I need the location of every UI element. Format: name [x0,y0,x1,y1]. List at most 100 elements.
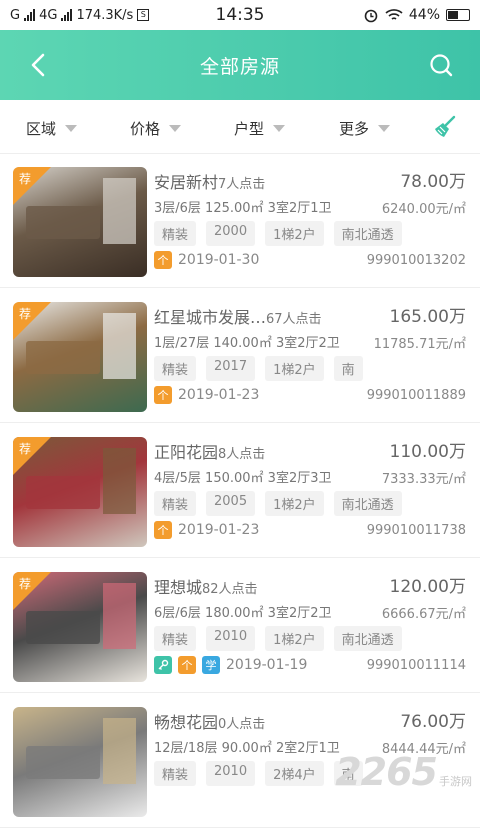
listing-name: 理想城 [154,578,202,597]
listing-date-row: 个 2019-01-30 [154,251,259,269]
network-speed: 174.3K/s [76,8,133,23]
search-icon[interactable] [428,52,454,78]
watermark-text: 手游网 [439,773,472,789]
listing-tag: 南北通透 [334,626,402,651]
listing-tag: 精装 [154,761,196,786]
personal-badge: 个 [154,386,172,404]
dropdown-arrow-icon [378,125,390,132]
listing-item[interactable]: 荐 正阳花园8人点击 110.00万 4层/5层 150.00㎡ 3室2厅3卫 7333… [0,425,480,558]
listing-clicks: 7人点击 [218,177,265,192]
listing-tag: 1梯2户 [265,221,324,246]
personal-badge: 个 [154,521,172,539]
filter-more-label: 更多 [339,118,369,139]
listing-title: 理想城82人点击 [154,574,258,598]
personal-badge: 个 [178,656,196,674]
listing-tags: 精装20101梯2户南北通透 [154,626,402,651]
listing-photo[interactable] [13,707,147,817]
listing-unit-price: 11785.71元/㎡ [374,333,466,352]
listing-tag: 1梯2户 [265,626,324,651]
listing-tags: 精装20051梯2户南北通透 [154,491,402,516]
listing-unit-price: 6666.67元/㎡ [382,603,466,622]
listing-info: 3层/6层 125.00㎡ 3室2厅1卫 [154,197,332,216]
listing-photo[interactable]: 荐 [13,167,147,277]
watermark: 2265 手游网 [335,750,472,794]
status-bar: G 4G 174.3K/s S 14:35 44% [0,0,480,30]
listing-title: 正阳花园8人点击 [154,439,265,463]
listing-name: 畅想花园 [154,713,218,732]
listing-info: 4层/5层 150.00㎡ 3室2厅3卫 [154,467,332,486]
dropdown-arrow-icon [65,125,77,132]
listing-tags: 精装20102梯4户南 [154,761,363,786]
listing-date: 2019-01-19 [226,657,307,673]
listing-item[interactable]: 荐 理想城82人点击 120.00万 6层/6层 180.00㎡ 3室2厅2卫 6666… [0,560,480,693]
listing-clicks: 67人点击 [266,312,322,327]
listing-photo[interactable]: 荐 [13,572,147,682]
back-icon[interactable] [26,52,52,78]
alarm-icon [363,7,379,23]
listing-name: 正阳花园 [154,443,218,462]
filter-layout[interactable]: 户型 [234,118,285,139]
listing-clicks: 8人点击 [218,447,265,462]
listing-name: 安居新村 [154,173,218,192]
clear-filter-broom-icon[interactable] [432,114,458,140]
listing-date: 2019-01-30 [178,252,259,268]
listing-info: 12层/18层 90.00㎡ 2室2厅1卫 [154,737,340,756]
listing-id: 999010011738 [367,523,466,538]
recommend-badge: 荐 [19,440,31,457]
listing-tag: 2017 [206,356,255,381]
signal-icon [24,9,35,21]
status-left: G 4G 174.3K/s S [10,8,149,23]
recommend-badge: 荐 [19,575,31,592]
listing-photo[interactable]: 荐 [13,437,147,547]
speed-icon: S [137,9,149,21]
listing-tag: 精装 [154,491,196,516]
filter-price-label: 价格 [130,118,160,139]
filter-bar: 区域 价格 户型 更多 [0,100,480,154]
listing-tag: 2010 [206,761,255,786]
listing-id: 999010011114 [367,658,466,673]
filter-more[interactable]: 更多 [339,118,390,139]
listing-tag: 2005 [206,491,255,516]
listing-tag: 2010 [206,626,255,651]
listing-title: 红星城市发展…67人点击 [154,304,322,328]
listing-price: 110.00万 [390,437,466,462]
listing-tag: 2000 [206,221,255,246]
listing-unit-price: 7333.33元/㎡ [382,468,466,487]
listing-tags: 精装20171梯2户南 [154,356,363,381]
listing-date-row: 个2019-01-23 [154,386,259,404]
filter-area[interactable]: 区域 [26,118,77,139]
listing-date-row: 个学 2019-01-19 [154,656,307,674]
listing-unit-price: 6240.00元/㎡ [382,198,466,217]
recommend-badge: 荐 [19,305,31,322]
listing-price: 76.00万 [400,707,466,732]
listing-clicks: 0人点击 [218,717,265,732]
listing-name: 红星城市发展… [154,308,266,327]
school-badge: 学 [202,656,220,674]
signal-icon-2 [61,9,72,21]
personal-badge: 个 [154,251,172,269]
carrier-1: G [10,8,20,23]
listing-item[interactable]: 荐 红星城市发展…67人点击 165.00万 1层/27层 140.00㎡ 3室2厅2… [0,290,480,423]
listing-tag: 精装 [154,221,196,246]
listing-title: 畅想花园0人点击 [154,709,265,733]
page-title: 全部房源 [200,52,280,79]
listing-tag: 南 [334,356,363,381]
listing-tags: 精装20001梯2户南北通透 [154,221,402,246]
listing-title: 安居新村7人点击 [154,169,265,193]
dropdown-arrow-icon [169,125,181,132]
filter-price[interactable]: 价格 [130,118,181,139]
listing-date: 2019-01-23 [178,522,259,538]
listing-price: 120.00万 [390,572,466,597]
listing-item[interactable]: 荐安居新村7人点击78.00万3层/6层 125.00㎡ 3室2厅1卫6240.… [0,155,480,288]
listing-info: 1层/27层 140.00㎡ 3室2厅2卫 [154,332,340,351]
status-time: 14:35 [216,5,265,25]
listing-tag: 2梯4户 [265,761,324,786]
listing-info: 6层/6层 180.00㎡ 3室2厅2卫 [154,602,332,621]
listing-clicks: 82人点击 [202,582,258,597]
battery-icon [446,9,470,21]
listing-id: 999010013202 [367,253,466,268]
key-icon [154,656,172,674]
listing-tag: 南北通透 [334,491,402,516]
listing-price: 165.00万 [390,302,466,327]
listing-photo[interactable]: 荐 [13,302,147,412]
